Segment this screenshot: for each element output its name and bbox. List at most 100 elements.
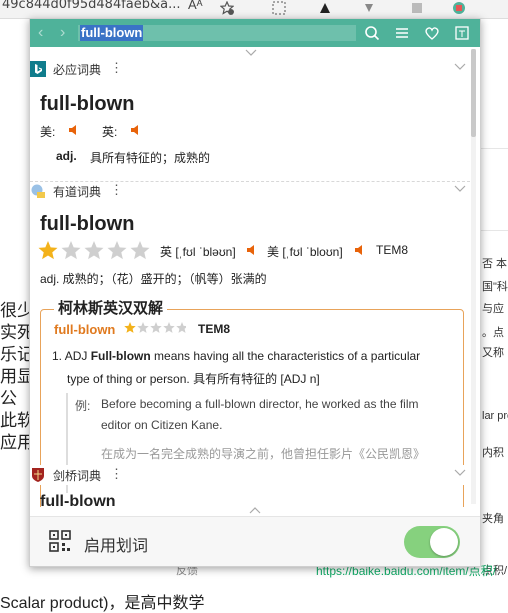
bing-uk-label: 英:: [102, 125, 118, 139]
bing-dict-title: 必应词典: [53, 63, 102, 77]
search-query[interactable]: full-blown: [80, 25, 144, 41]
bing-us-label: 美:: [40, 125, 56, 139]
toggle-knob[interactable]: [430, 528, 458, 556]
bing-pos: adj.: [56, 149, 77, 163]
youdao-headword: full-blown: [40, 213, 135, 235]
bg-text-line: 乐记: [0, 345, 34, 364]
back-icon[interactable]: ‹: [38, 25, 52, 41]
popup-footer: 启用划词: [30, 516, 480, 566]
bing-headword: full-blown: [40, 93, 135, 115]
ocr-extension-icon[interactable]: [272, 1, 286, 15]
sense-number: 1.: [52, 349, 63, 363]
extension-icon-2[interactable]: [362, 1, 376, 15]
example-en: Before becoming a full-blown director, h…: [101, 397, 419, 411]
search-input[interactable]: full-blown: [78, 25, 356, 41]
youdao-logo-icon: [31, 184, 45, 198]
dictionary-extension-icon[interactable]: [452, 1, 466, 15]
dictionary-content: 必应词典 ⋮ full-blown 美: 英: adj. 具所有特征的；成熟的 …: [30, 57, 470, 507]
collins-headword: full-blown: [54, 322, 116, 337]
star-empty-icon: [150, 322, 162, 333]
enable-selection-toggle[interactable]: [404, 526, 460, 558]
cambridge-collapse-icon[interactable]: [454, 469, 466, 477]
extension-icon[interactable]: [318, 1, 332, 15]
bing-more-icon[interactable]: ⋮: [110, 60, 123, 76]
example-zh: 在成为一名完全成熟的导演之前，他曾担任影片《公民凯恩》: [101, 447, 426, 461]
star-filled-icon: [124, 322, 136, 333]
star-empty-icon: [130, 241, 150, 260]
bg-text-line: 很少: [0, 301, 34, 320]
collins-star-rating: [124, 322, 186, 333]
star-empty-icon: [137, 322, 149, 333]
cambridge-more-icon[interactable]: ⋮: [110, 466, 123, 482]
star-filled-icon: [38, 241, 58, 260]
bing-logo-icon: [30, 61, 46, 77]
bg-right-text: 与应: [482, 303, 504, 315]
bg-right-text: 国"科: [482, 281, 508, 293]
glyph-lookup-icon[interactable]: [454, 25, 470, 41]
bing-collapse-icon[interactable]: [454, 63, 466, 71]
bg-text-line: 用显: [0, 367, 34, 386]
bing-definition: 具所有特征的；成熟的: [90, 151, 211, 165]
bg-text-line: 实死于: [0, 323, 51, 342]
dictionary-popup: ‹ › full-blown 必应词典 ⋮ full-blown 美: 英: a…: [29, 18, 481, 567]
expand-icon[interactable]: [249, 506, 261, 514]
bg-right-text: lar pro: [482, 410, 508, 422]
youdao-collapse-icon[interactable]: [454, 185, 466, 193]
star-empty-icon: [176, 322, 186, 333]
popup-toolbar: ‹ › full-blown: [30, 19, 480, 47]
sense-type: ADJ: [64, 349, 88, 363]
youdao-uk-phonetic: 英 [ˌfʊl ˈbləʊn]: [160, 245, 236, 259]
example-en-cont: editor on Citizen Kane.: [101, 418, 223, 432]
forward-icon[interactable]: ›: [60, 25, 74, 41]
cambridge-headword: full-blown: [40, 493, 116, 507]
star-empty-icon: [84, 241, 104, 260]
bg-text-line: 此软: [0, 411, 34, 430]
cambridge-dict-title: 剑桥词典: [53, 469, 102, 483]
cambridge-section-header: 剑桥词典 ⋮: [30, 465, 470, 485]
collins-exam-tag: TEM8: [198, 322, 231, 336]
sense-text: means having all the characteristics of …: [154, 349, 421, 363]
bg-right-text: 夹角: [482, 513, 504, 525]
youdao-section-header: 有道词典 ⋮: [30, 181, 470, 201]
heart-icon[interactable]: [424, 25, 440, 41]
youdao-more-icon[interactable]: ⋮: [110, 182, 123, 198]
bing-section-header: 必应词典 ⋮: [30, 59, 470, 79]
sense-headword: Full-blown: [90, 349, 151, 363]
read-aloud-button[interactable]: Aᴬ: [188, 0, 203, 12]
extension-icon-3[interactable]: [410, 1, 424, 15]
star-rating: [38, 241, 150, 260]
collapse-top-icon[interactable]: [245, 49, 257, 57]
menu-icon[interactable]: [394, 25, 410, 41]
example-label: 例:: [75, 399, 91, 413]
speaker-icon[interactable]: [354, 244, 366, 256]
star-empty-icon: [107, 241, 127, 260]
youdao-exam-tag: TEM8: [376, 243, 409, 257]
youdao-definition: adj. 成熟的；（花）盛开的；（帆等）张满的: [40, 272, 267, 286]
speaker-icon[interactable]: [246, 244, 258, 256]
star-empty-icon: [163, 322, 175, 333]
bg-right-text: 否 本: [482, 258, 508, 270]
qr-code-icon[interactable]: [49, 530, 71, 552]
address-bar-text[interactable]: 49c844d0f95d484faeb&a...: [2, 0, 181, 12]
speaker-icon[interactable]: [68, 124, 80, 136]
bg-text-line: 公: [0, 389, 17, 408]
collins-title: 柯林斯英汉双解: [54, 297, 168, 318]
speaker-icon[interactable]: [130, 124, 142, 136]
background-article-text: 很少 实死于 乐记 用显 公 此软 应用。: [0, 300, 51, 454]
background-right-column: 否 本 国"科 与应 。点 又称 lar pro 内积 夹角 点积/: [480, 0, 508, 608]
bg-text-line: 应用。: [0, 433, 51, 452]
collins-sense: 1. ADJ Full-blown means having all the c…: [52, 349, 420, 363]
sense-text-cont: type of thing or person. 具有所有特征的 [ADJ n]: [67, 372, 320, 386]
scrollbar-thumb[interactable]: [471, 49, 476, 137]
cambridge-logo-icon: [32, 468, 44, 482]
youdao-dict-title: 有道词典: [53, 185, 102, 199]
browser-toolbar: 49c844d0f95d484faeb&a... Aᴬ: [0, 0, 508, 19]
bg-right-text: 又称: [482, 347, 504, 359]
search-icon[interactable]: [364, 25, 380, 41]
add-favorite-icon[interactable]: [220, 1, 234, 15]
youdao-us-phonetic: 美 [ˌfʊl ˈbloʊn]: [267, 245, 343, 259]
bg-right-text: 。点: [482, 327, 504, 339]
bg-right-text: 内积: [482, 447, 504, 459]
background-article-line: Scalar product)，是高中数学: [0, 595, 205, 612]
star-empty-icon: [61, 241, 81, 260]
